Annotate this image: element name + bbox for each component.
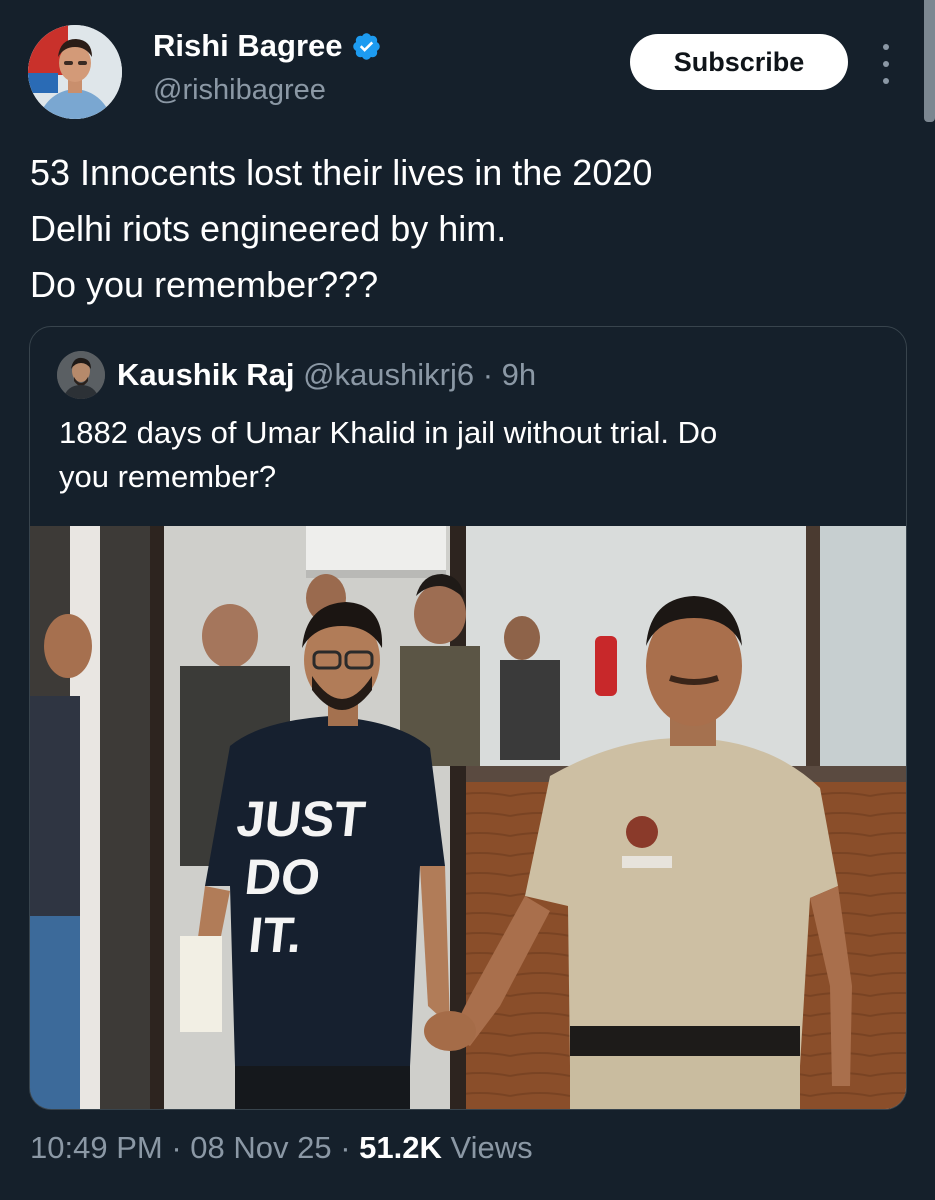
quoted-author-name[interactable]: Kaushik Raj (117, 357, 294, 392)
quoted-text-line: 1882 days of Umar Khalid in jail without… (59, 415, 718, 450)
tweet-text-line: 53 Innocents lost their lives in the 202… (30, 152, 653, 193)
quoted-tweet-card[interactable]: Kaushik Raj @kaushikrj6 · 9h 1882 days o… (29, 326, 907, 1110)
views-count[interactable]: 51.2K (359, 1130, 442, 1165)
tweet-header: Rishi Bagree @rishibagree Subscribe (0, 0, 935, 140)
author-name[interactable]: Rishi Bagree (153, 28, 343, 64)
quoted-text-line: you remember? (59, 459, 277, 494)
quoted-author-avatar[interactable] (57, 351, 105, 399)
quoted-author-handle[interactable]: @kaushikrj6 (303, 357, 474, 392)
tweet-text: 53 Innocents lost their lives in the 202… (30, 145, 900, 313)
subscribe-button[interactable]: Subscribe (630, 34, 848, 90)
separator-dot: · (331, 1130, 360, 1165)
tweet-footer: 10:49 PM · 08 Nov 25 · 51.2K Views (30, 1130, 533, 1166)
shirt-text: IT. (246, 907, 305, 963)
scrollbar[interactable] (924, 0, 935, 122)
post-date[interactable]: 08 Nov 25 (190, 1130, 331, 1165)
quoted-tweet-photo[interactable]: JUST DO IT. (30, 526, 906, 1109)
views-label[interactable]: Views (442, 1130, 533, 1165)
shirt-text: DO (242, 849, 323, 905)
author-handle[interactable]: @rishibagree (153, 74, 326, 107)
verified-badge-icon (351, 31, 382, 62)
quoted-time[interactable]: 9h (502, 357, 536, 392)
separator-dot: · (474, 357, 502, 392)
quoted-author-meta: Kaushik Raj @kaushikrj6 · 9h (117, 357, 536, 393)
post-time[interactable]: 10:49 PM (30, 1130, 163, 1165)
more-vertical-icon[interactable] (872, 44, 900, 84)
author-name-row: Rishi Bagree (153, 28, 382, 64)
quoted-tweet-text: 1882 days of Umar Khalid in jail without… (59, 411, 879, 499)
separator-dot: · (162, 1130, 191, 1165)
shirt-text: JUST (234, 791, 368, 847)
tweet-text-line: Delhi riots engineered by him. (30, 208, 507, 249)
author-avatar[interactable] (28, 25, 122, 119)
tweet-text-line: Do you remember??? (30, 264, 379, 305)
